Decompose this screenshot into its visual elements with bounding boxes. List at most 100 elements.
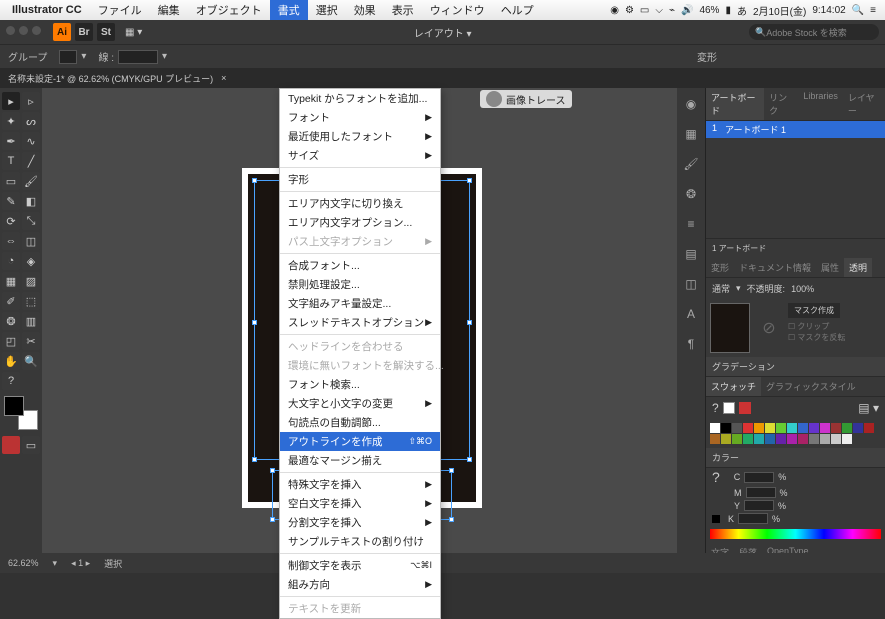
tab-transform[interactable]: 変形 (706, 258, 734, 277)
menu-item[interactable]: エリア内文字に切り換え (280, 194, 440, 213)
swatch-item[interactable] (787, 423, 797, 433)
opacity-value[interactable]: 100% (791, 284, 814, 294)
doc-arrange-icon[interactable]: ▦ ▾ (125, 27, 142, 38)
dock-brushes-icon[interactable]: 🖌 (683, 156, 699, 172)
dock-pathfinder-icon[interactable]: ◫ (683, 276, 699, 292)
swatch-item[interactable] (754, 423, 764, 433)
swatch-item[interactable] (842, 423, 852, 433)
swatch-item[interactable] (831, 434, 841, 444)
swatch-item[interactable] (809, 434, 819, 444)
perspective-tool[interactable]: ◈ (22, 252, 40, 270)
color-mode[interactable] (2, 436, 20, 454)
pen-tool[interactable]: ✒ (2, 132, 20, 150)
hue-strip[interactable] (710, 529, 881, 539)
app-name[interactable]: Illustrator CC (12, 4, 82, 16)
tab-layers[interactable]: レイヤー (843, 88, 885, 120)
ai-badge[interactable]: Ai (53, 23, 71, 41)
c-value[interactable] (744, 472, 774, 483)
spotlight-icon[interactable]: 🔍 (852, 5, 864, 16)
menu-item[interactable]: 禁則処理設定... (280, 275, 440, 294)
swatch-item[interactable] (765, 434, 775, 444)
screen-mode[interactable]: ▭ (22, 436, 40, 454)
menu-item[interactable]: アウトラインを作成⇧⌘O (280, 432, 440, 451)
tab-artboards[interactable]: アートボード (706, 88, 764, 120)
tab-docinfo[interactable]: ドキュメント情報 (734, 258, 816, 277)
swatch-item[interactable] (732, 423, 742, 433)
lasso-tool[interactable]: ᔕ (22, 112, 40, 130)
menu-item[interactable]: Typekit からフォントを追加... (280, 89, 440, 108)
dock-stroke-icon[interactable]: ≡ (683, 216, 699, 232)
swatch-item[interactable] (798, 434, 808, 444)
swatch-item[interactable] (710, 434, 720, 444)
transform-button[interactable]: 変形 (697, 49, 717, 64)
dock-symbols-icon[interactable]: ❂ (683, 186, 699, 202)
magic-wand-tool[interactable]: ✦ (2, 112, 20, 130)
battery-icon[interactable]: ▮ (725, 5, 731, 16)
swatch-item[interactable] (853, 423, 863, 433)
direct-selection-tool[interactable]: ▹ (22, 92, 40, 110)
swatch-item[interactable] (721, 434, 731, 444)
slice-tool[interactable]: ✂ (22, 332, 40, 350)
swatch-item[interactable] (754, 434, 764, 444)
menu-object[interactable]: オブジェクト (188, 0, 270, 20)
tab-links[interactable]: リンク (764, 88, 798, 120)
fill-swatch[interactable] (59, 50, 77, 64)
paintbrush-tool[interactable]: 🖌 (22, 172, 40, 190)
tab-close-icon[interactable]: × (221, 73, 226, 83)
mesh-tool[interactable]: ▦ (2, 272, 20, 290)
tab-swatches[interactable]: スウォッチ (706, 377, 761, 396)
swatch-item[interactable] (776, 423, 786, 433)
invert-checkbox[interactable]: ☐ マスクを反転 (788, 332, 845, 343)
menu-file[interactable]: ファイル (90, 0, 150, 20)
m-value[interactable] (746, 487, 776, 498)
menu-item[interactable]: スレッドテキストオプション▶ (280, 313, 440, 332)
bt-icon[interactable]: ⌁ (669, 5, 675, 16)
swatch-item[interactable] (820, 434, 830, 444)
rectangle-tool[interactable]: ▭ (2, 172, 20, 190)
menu-item[interactable]: 合成フォント... (280, 256, 440, 275)
tab-libraries[interactable]: Libraries (798, 88, 843, 120)
transparency-thumb[interactable] (710, 303, 750, 353)
make-mask-button[interactable]: マスク作成 (788, 303, 840, 318)
free-transform-tool[interactable]: ◫ (22, 232, 40, 250)
menu-window[interactable]: ウィンドウ (422, 0, 493, 20)
tab-character[interactable]: 文字 (706, 543, 734, 553)
swatch-item[interactable] (743, 434, 753, 444)
menu-item[interactable]: 最近使用したフォント▶ (280, 127, 440, 146)
menu-select[interactable]: 選択 (308, 0, 346, 20)
dock-para-icon[interactable]: ¶ (683, 336, 699, 352)
menu-item[interactable]: サイズ▶ (280, 146, 440, 165)
swatch-item[interactable] (776, 434, 786, 444)
k-value[interactable] (738, 513, 768, 524)
swatch-item[interactable] (732, 434, 742, 444)
question-tool[interactable]: ? (2, 372, 20, 390)
volume-icon[interactable]: 🔊 (681, 5, 693, 16)
swatch-item[interactable] (710, 423, 720, 433)
stock-search[interactable]: 🔍 Adobe Stock を検索 (749, 24, 879, 40)
color-title[interactable]: カラー (706, 448, 885, 468)
graph-tool[interactable]: ▥ (22, 312, 40, 330)
shape-builder-tool[interactable]: ◔ (2, 252, 20, 270)
hand-tool[interactable]: ✋ (2, 352, 20, 370)
curvature-tool[interactable]: ∿ (22, 132, 40, 150)
memory-icon[interactable]: ⚙ (625, 5, 634, 16)
page-nav[interactable]: ◂ 1 ▸ (71, 558, 90, 569)
tab-graphic-styles[interactable]: グラフィックスタイル (761, 377, 861, 396)
swatch-item[interactable] (721, 423, 731, 433)
swatch-item[interactable] (820, 423, 830, 433)
rotate-tool[interactable]: ⟳ (2, 212, 20, 230)
line-icon[interactable]: ◉ (610, 5, 619, 16)
zoom-level[interactable]: 62.62% (8, 558, 39, 568)
swatch-item[interactable] (765, 423, 775, 433)
tab-paragraph[interactable]: 段落 (734, 543, 762, 553)
menu-item[interactable]: 制御文字を表示⌥⌘I (280, 556, 440, 575)
eraser-tool[interactable]: ◧ (22, 192, 40, 210)
artboard-tool[interactable]: ◰ (2, 332, 20, 350)
blend-tool[interactable]: ⬚ (22, 292, 40, 310)
symbol-sprayer-tool[interactable]: ❂ (2, 312, 20, 330)
dock-libraries-icon[interactable]: ▦ (683, 126, 699, 142)
swatch-item[interactable] (831, 423, 841, 433)
selection-tool[interactable]: ▸ (2, 92, 20, 110)
workspace-switcher[interactable]: レイアウト ▾ (414, 25, 472, 40)
swatch-question-icon[interactable]: ? (712, 401, 719, 415)
